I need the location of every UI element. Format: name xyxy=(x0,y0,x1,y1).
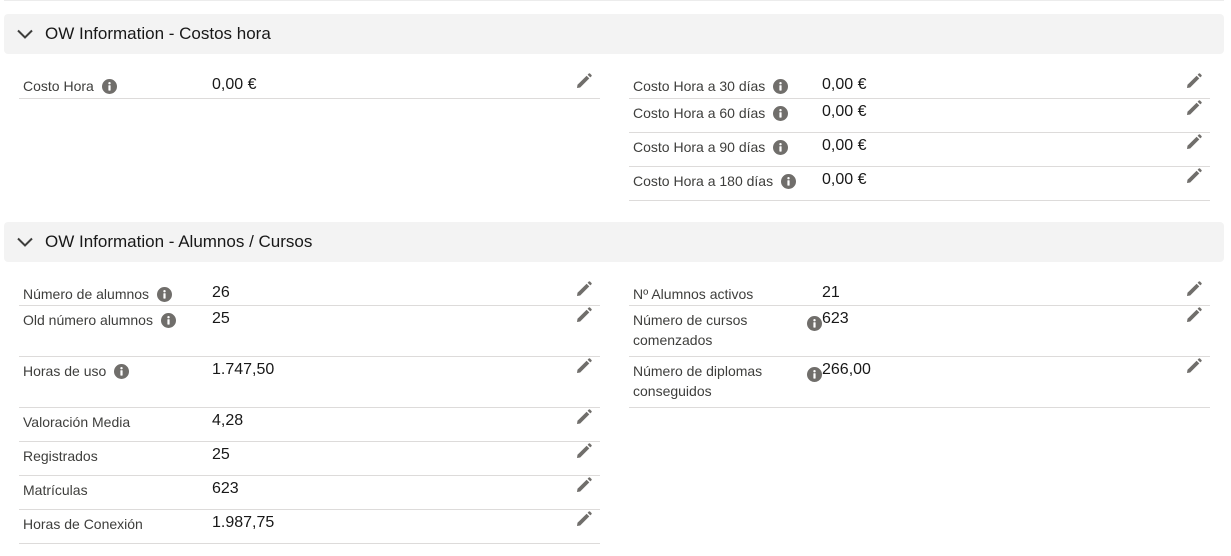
field-value: 0,00 € xyxy=(822,137,867,154)
field-numero-alumnos: Número de alumnos 26 xyxy=(19,280,600,306)
field-old-numero-alumnos: Old número alumnos 25 xyxy=(19,306,600,357)
info-icon[interactable] xyxy=(160,313,176,328)
field-label: Costo Hora xyxy=(23,76,209,96)
info-icon[interactable] xyxy=(807,367,822,382)
field-label: Matrículas xyxy=(23,482,88,498)
pencil-icon[interactable] xyxy=(575,408,593,426)
pencil-icon[interactable] xyxy=(575,306,593,324)
field-label: Horas de Conexión xyxy=(23,516,143,532)
field-value: 623 xyxy=(822,310,849,327)
pencil-icon[interactable] xyxy=(1185,99,1203,117)
info-icon[interactable] xyxy=(157,287,173,302)
section-title: OW Information - Alumnos / Cursos xyxy=(45,232,313,251)
field-label: Nº Alumnos activos xyxy=(633,286,754,302)
field-label: Número de cursos comenzados xyxy=(633,312,748,348)
field-horas-uso: Horas de uso 1.747,50 xyxy=(19,357,600,408)
field-value: 26 xyxy=(212,284,230,301)
section-alumnos-cursos: OW Information - Alumnos / Cursos Número… xyxy=(4,222,1224,556)
field-label: Costo Hora a 60 días xyxy=(633,103,819,123)
field-value: 1.747,50 xyxy=(212,361,275,378)
field-diplomas-conseguidos: Número de diplomas conseguidos 266,00 xyxy=(629,357,1210,408)
field-cursos-comenzados: Número de cursos comenzados 623 xyxy=(629,306,1210,357)
field-costo-hora-180: Costo Hora a 180 días 0,00 € xyxy=(629,167,1210,201)
field-costo-hora-30: Costo Hora a 30 días 0,00 € xyxy=(629,72,1210,99)
field-value: 25 xyxy=(212,310,230,327)
info-icon[interactable] xyxy=(781,174,797,189)
field-costo-hora-90: Costo Hora a 90 días 0,00 € xyxy=(629,133,1210,167)
field-alumnos-activos: Nº Alumnos activos 21 xyxy=(629,280,1210,306)
field-label: Número de diplomas conseguidos xyxy=(633,363,763,399)
field-costo-hora: Costo Hora 0,00 € xyxy=(19,72,600,99)
field-value: 623 xyxy=(212,480,239,497)
pencil-icon[interactable] xyxy=(1185,167,1203,185)
pencil-icon[interactable] xyxy=(575,357,593,375)
field-value: 0,00 € xyxy=(212,76,257,93)
pencil-icon[interactable] xyxy=(1185,133,1203,151)
top-divider xyxy=(4,0,1224,1)
info-icon[interactable] xyxy=(773,79,789,94)
field-value: 0,00 € xyxy=(822,171,867,188)
field-value: 4,28 xyxy=(212,412,244,429)
pencil-icon[interactable] xyxy=(575,510,593,528)
chevron-down-icon[interactable] xyxy=(16,26,34,42)
field-matriculas: Matrículas 623 xyxy=(19,476,600,510)
section-costos-hora: OW Information - Costos hora Costo Hora … xyxy=(4,14,1224,214)
field-registrados: Registrados 25 xyxy=(19,442,600,476)
field-value: 25 xyxy=(212,446,230,463)
field-label: Registrados xyxy=(23,448,98,464)
field-value: 21 xyxy=(822,284,840,301)
field-label: Old número alumnos xyxy=(23,310,209,330)
info-icon[interactable] xyxy=(807,316,822,331)
field-label: Costo Hora a 180 días xyxy=(633,171,819,191)
pencil-icon[interactable] xyxy=(575,72,593,90)
field-label: Número de alumnos xyxy=(23,284,209,304)
field-value: 0,00 € xyxy=(822,103,867,120)
info-icon[interactable] xyxy=(114,364,130,379)
pencil-icon[interactable] xyxy=(575,476,593,494)
field-label: Valoración Media xyxy=(23,414,131,430)
field-value: 266,00 xyxy=(822,361,871,378)
pencil-icon[interactable] xyxy=(1185,357,1203,375)
section-title: OW Information - Costos hora xyxy=(45,24,271,43)
pencil-icon[interactable] xyxy=(1185,306,1203,324)
field-costo-hora-60: Costo Hora a 60 días 0,00 € xyxy=(629,99,1210,133)
pencil-icon[interactable] xyxy=(575,442,593,460)
field-valoracion-media: Valoración Media 4,28 xyxy=(19,408,600,442)
info-icon[interactable] xyxy=(773,140,789,155)
pencil-icon[interactable] xyxy=(575,280,593,298)
pencil-icon[interactable] xyxy=(1185,280,1203,298)
field-label: Horas de uso xyxy=(23,361,209,381)
info-icon[interactable] xyxy=(773,106,789,121)
record-detail-page: OW Information - Costos hora Costo Hora … xyxy=(0,0,1231,556)
info-icon[interactable] xyxy=(101,79,117,94)
section-header-costos-hora[interactable]: OW Information - Costos hora xyxy=(4,14,1224,54)
field-horas-conexion: Horas de Conexión 1.987,75 xyxy=(19,510,600,544)
field-value: 1.987,75 xyxy=(212,514,275,531)
chevron-down-icon[interactable] xyxy=(16,234,34,250)
section-header-alumnos-cursos[interactable]: OW Information - Alumnos / Cursos xyxy=(4,222,1224,262)
field-label: Costo Hora a 90 días xyxy=(633,137,819,157)
field-value: 0,00 € xyxy=(822,76,867,93)
pencil-icon[interactable] xyxy=(1185,72,1203,90)
field-label: Costo Hora a 30 días xyxy=(633,76,819,96)
